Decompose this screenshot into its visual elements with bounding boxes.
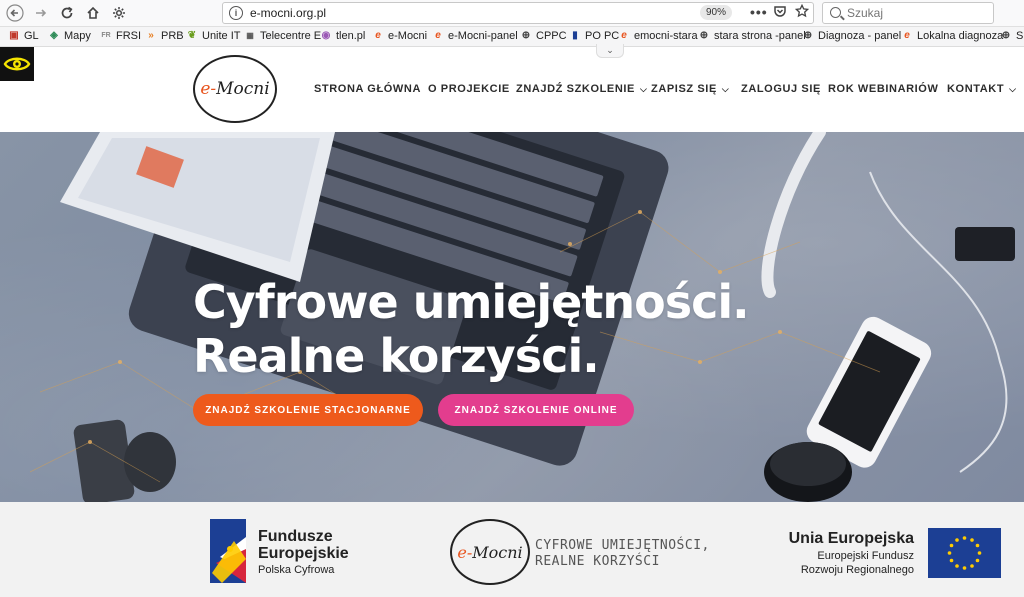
chevron-down-icon: ⌵ [640,84,648,94]
page-actions-icon[interactable]: ••• [750,4,768,20]
bookmark-emocni-panel[interactable]: e e-Mocni-panel [432,30,517,42]
eu-star-icon [975,543,980,548]
emocni-footer-logo: e-Mocni [450,519,530,585]
bookmark-frsi[interactable]: FR FRSI [100,30,141,42]
settings-gear-icon[interactable] [108,3,130,23]
map-icon: ◈ [50,30,58,41]
eu-star-icon [947,551,952,555]
zoom-level-badge[interactable]: 90% [700,5,733,20]
search-input[interactable] [847,5,987,21]
bookmark-sl[interactable]: ⊕SL [1000,30,1024,42]
eu-star-icon [977,551,982,555]
forward-icon[interactable] [30,3,52,23]
funding-logos-band: Fundusze Europejskie Polska Cyfrowa e-Mo… [0,502,1024,597]
nav-zapisz-sie[interactable]: ZAPISZ SIĘ ⌵ [651,83,729,95]
project-tagline: CYFROWE UMIEJĘTNOŚCI, REALNE KORZYŚCI [535,538,710,569]
eu-star-icon [962,536,967,540]
eu-star-icon [970,538,974,542]
accessibility-eye-icon[interactable] [0,47,34,81]
back-icon[interactable] [4,3,26,23]
bookmarks-bar: ▣ GL ◈ Mapy FR FRSI » PRB ❦ Unite IT ▦ Telecen… [0,27,1024,47]
bookmark-prb[interactable]: » PRB [145,30,183,42]
site-logo[interactable]: e-Mocni [193,55,277,123]
telecentre-icon: ▦ [246,31,254,40]
bookmark-emocni-stara[interactable]: e emocni-stara [618,30,697,42]
eu-star-icon [970,564,974,568]
bookmarks-toggle-chevron-icon[interactable]: ⌄ [596,44,624,58]
nav-kontakt[interactable]: KONTAKT ⌵ [947,83,1017,95]
emocni-icon: e [621,30,627,41]
tlen-icon: ◉ [321,30,331,41]
eu-flag-icon [928,528,1001,578]
emocni-icon: e [435,30,441,41]
eu-star-icon [962,566,967,570]
hero-title: Cyfrowe umiejętności. Realne korzyści. [193,275,750,383]
chevron-down-icon: ⌵ [721,84,730,94]
search-bar[interactable] [822,2,994,24]
home-icon[interactable] [82,3,104,23]
unite-icon: ❦ [187,30,197,41]
globe-icon: ⊕ [1001,30,1011,41]
bookmark-stara-strona-panel[interactable]: ⊕ stara strona -panel [698,30,806,42]
bookmark-gl[interactable]: ▣ GL [8,30,38,42]
chevrons-icon: » [148,30,154,41]
eu-star-icon [975,558,980,563]
eu-star-icon [955,564,959,568]
bookmark-unite-it[interactable]: ❦ Unite IT [186,30,241,42]
url-text[interactable]: e-mocni.org.pl [250,6,326,20]
bookmark-popc[interactable]: ▮ PO PC [569,30,619,42]
pocket-icon[interactable] [773,4,787,21]
bookmark-mapy[interactable]: ◈ Mapy [48,30,91,42]
find-online-training-button[interactable]: ZNAJDŹ SZKOLENIE ONLINE [438,394,634,426]
european-funds-logo-icon [210,519,246,583]
site-info-icon[interactable]: i [229,6,243,20]
globe-icon: ⊕ [803,30,813,41]
european-funds-text: Fundusze Europejskie Polska Cyfrowa [258,528,349,576]
nav-rok-webinariow[interactable]: ROK WEBINARIÓW [828,83,938,95]
eu-star-icon [955,538,959,542]
nav-znajdz-szkolenie[interactable]: ZNAJDŹ SZKOLENIE ⌵ [516,83,647,95]
nav-strona-glowna[interactable]: STRONA GŁÓWNA [314,83,421,95]
reload-icon[interactable] [56,3,78,23]
eu-star-icon [949,558,954,563]
chevron-down-icon: ⌵ [1009,84,1017,94]
bookmark-emocni[interactable]: e e-Mocni [372,30,427,42]
nav-zaloguj-sie[interactable]: ZALOGUJ SIĘ [741,83,821,95]
bookmark-diagnoza-panel[interactable]: ⊕ Diagnoza - panel [802,30,901,42]
site-header: e-Mocni STRONA GŁÓWNA O PROJEKCIE ZNAJDŹ… [0,47,1024,132]
emocni-icon: e [375,30,381,41]
bookmark-tlen[interactable]: ◉ tlen.pl [320,30,366,42]
globe-icon: ⊕ [521,30,531,41]
popc-icon: ▮ [572,30,578,41]
find-stationary-training-button[interactable]: ZNAJDŹ SZKOLENIE STACJONARNE [193,394,423,426]
eu-fund-text: Unia Europejska Europejski Fundusz Rozwo… [788,530,914,576]
globe-icon: ⊕ [699,30,709,41]
bookmark-lokalna-diagnoza[interactable]: e Lokalna diagnoza [901,30,1003,42]
emocni-icon: e [904,30,910,41]
bookmark-star-icon[interactable] [794,3,810,21]
bookmark-telecentre[interactable]: ▦ Telecentre E [244,30,321,42]
search-icon [830,7,841,18]
nav-o-projekcie[interactable]: O PROJEKCIE [428,83,510,95]
hero-banner: Cyfrowe umiejętności. Realne korzyści. Z… [0,132,1024,502]
eu-star-icon [949,543,954,548]
frsi-icon: FR [101,32,111,39]
gl-icon: ▣ [9,30,19,41]
browser-toolbar: i e-mocni.org.pl 90% ••• [0,0,1024,27]
bookmark-cppc[interactable]: ⊕ CPPC [520,30,567,42]
